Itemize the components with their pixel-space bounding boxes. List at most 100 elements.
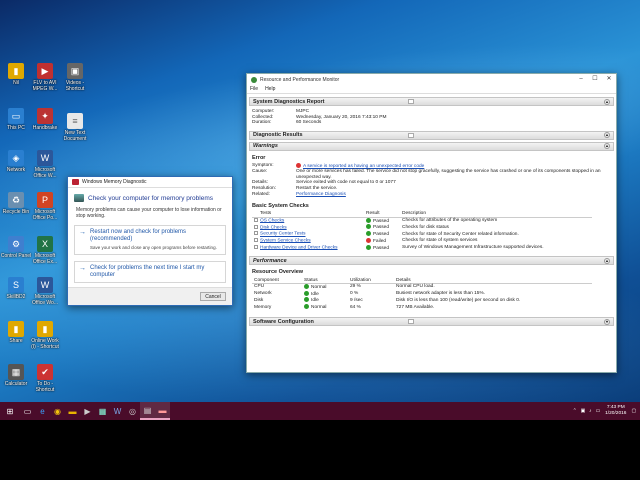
task-view-button[interactable]: ▭ xyxy=(20,402,35,420)
check-test-link[interactable]: OS Checks xyxy=(260,218,284,223)
desktop-icon-excel[interactable]: X Microsoft Office Ex... xyxy=(29,236,61,265)
related-link[interactable]: Performance Diagnosis xyxy=(296,192,614,198)
window-title: Windows Memory Diagnostic xyxy=(82,179,147,185)
collapse-icon[interactable]: ▴ xyxy=(604,143,610,150)
network-icon[interactable]: ▣ xyxy=(581,409,586,414)
table-row[interactable]: Security Center Tests Passed Checks for st… xyxy=(252,231,592,238)
task-view-icon: ▭ xyxy=(23,406,32,416)
table-row[interactable]: System Service Checks Failed Checks for st… xyxy=(252,237,592,245)
performance-header[interactable]: Performance ▴ xyxy=(249,256,614,266)
volume-icon[interactable]: ♪ xyxy=(589,409,591,414)
expand-icon[interactable] xyxy=(254,231,258,236)
notifications-icon[interactable]: ▢ xyxy=(631,409,636,414)
table-row: Disk Idle 9 /sec Disk I/O is less than 100 … xyxy=(252,297,592,304)
taskbar-perfmon[interactable]: ▤ xyxy=(140,402,155,420)
taskbar-memory-diagnostic[interactable]: ▬ xyxy=(155,402,170,420)
desktop-icon-share[interactable]: ▮ Share xyxy=(0,321,32,344)
diag-results-header[interactable]: Diagnostic Results ▴ xyxy=(249,130,614,140)
res-details: Normal CPU load. xyxy=(396,284,435,290)
check-desc: Checks for state of Security Center rela… xyxy=(402,231,519,237)
memory-diagnostic-icon xyxy=(72,179,79,185)
check-desc: Survey of Windows Management Infrastruct… xyxy=(402,245,544,251)
collapse-icon[interactable]: ▴ xyxy=(604,98,610,105)
desktop-icon-flv[interactable]: ▶ FLV to AVI MPEG W... xyxy=(29,63,61,92)
res-status: Idle xyxy=(311,291,319,297)
check-next-start-option[interactable]: → Check for problems the next time I sta… xyxy=(74,260,226,283)
powerpoint-icon: P xyxy=(37,192,53,208)
check-test-link[interactable]: Disk Checks xyxy=(260,225,287,230)
taskbar-app3[interactable]: ◎ xyxy=(125,402,140,420)
expand-icon[interactable] xyxy=(254,244,258,249)
maximize-button[interactable]: ☐ xyxy=(588,74,602,85)
close-button[interactable]: ✕ xyxy=(602,74,616,85)
res-status: Normal xyxy=(311,305,327,310)
memory-diagnostic-window: Windows Memory Diagnostic Check your com… xyxy=(67,176,233,306)
expand-icon[interactable] xyxy=(254,238,258,243)
taskbar-app1[interactable]: ▶ xyxy=(80,402,95,420)
store-icon: ▦ xyxy=(98,406,107,416)
taskbar-app2[interactable]: ▦ xyxy=(95,402,110,420)
table-row[interactable]: Hardware Device and Driver Checks Passed S… xyxy=(252,244,592,252)
table-row[interactable]: OS Checks Passed Checks for attributes of … xyxy=(252,217,592,224)
collapse-icon[interactable]: ▾ xyxy=(604,318,610,325)
menubar: File Help xyxy=(247,85,616,94)
check-test-link[interactable]: System Service Checks xyxy=(260,238,311,243)
duration-label: Duration: xyxy=(252,120,272,126)
desktop-icon-todo[interactable]: ✔ To Do - Shortcut xyxy=(29,364,61,393)
mdd-heading-text: Check your computer for memory problems xyxy=(88,194,213,202)
resource-overview-heading: Resource Overview xyxy=(252,269,304,276)
basic-checks-table: Tests Result Description OS Checks Passed… xyxy=(252,211,592,251)
collapse-icon[interactable]: ▴ xyxy=(604,132,610,139)
desktop-icon-online[interactable]: ▮ Online Work (I) - Shortcut xyxy=(29,321,61,350)
memory-chip-icon xyxy=(74,194,84,202)
cancel-button[interactable]: Cancel xyxy=(200,292,226,301)
system-tray: ⌃ ▣ ♪ ▭ 7:43 PM 1/20/2016 ▢ xyxy=(573,405,640,417)
taskbar-word[interactable]: W xyxy=(110,402,125,420)
desktop-icon-ppt[interactable]: P Microsoft Office Po... xyxy=(29,192,61,221)
letterbox-bar xyxy=(0,420,640,480)
collapse-icon[interactable]: ▴ xyxy=(604,257,610,264)
check-result: Passed xyxy=(373,231,389,237)
desktop-icon-network[interactable]: ◈ Network xyxy=(0,150,32,173)
res-status: Idle xyxy=(311,298,319,304)
table-row[interactable]: Disk Checks Passed Checks for disk status xyxy=(252,224,592,231)
desktop-icon-skill[interactable]: S SkillBD2 xyxy=(0,277,32,300)
restart-now-option[interactable]: → Restart now and check for problems (re… xyxy=(74,225,226,255)
desktop-icon-word2[interactable]: W Microsoft Office Wo... xyxy=(29,277,61,306)
check-test-link[interactable]: Security Center Tests xyxy=(260,232,306,237)
warnings-header[interactable]: Warnings ▴ xyxy=(249,141,614,151)
desktop-icon-nil[interactable]: ▮ Nil xyxy=(0,63,32,86)
check-desc: Checks for state of system services xyxy=(402,238,478,244)
cause-label: Cause: xyxy=(252,169,268,175)
menu-help[interactable]: Help xyxy=(265,85,275,93)
desktop-icon-newtext[interactable]: ≡ New Text Document xyxy=(59,113,91,142)
desktop-icon-recycle[interactable]: ♻ Recycle Bin xyxy=(0,192,32,215)
chevron-up-icon[interactable]: ⌃ xyxy=(573,409,577,414)
handbrake-icon: ✦ xyxy=(37,108,53,124)
check-result: Passed xyxy=(373,225,389,231)
error-heading: Error xyxy=(252,154,266,161)
menu-file[interactable]: File xyxy=(250,85,258,93)
mdd-heading: Check your computer for memory problems xyxy=(74,194,232,202)
desktop-icon-control[interactable]: ⚙ Control Panel xyxy=(0,236,32,259)
passed-icon xyxy=(366,244,371,250)
desktop-icon-word[interactable]: W Microsoft Office W... xyxy=(29,150,61,179)
expand-icon[interactable] xyxy=(254,217,258,222)
desktop-icon-thispc[interactable]: ▭ This PC xyxy=(0,108,32,131)
software-config-header[interactable]: Software Configuration ▾ xyxy=(249,317,614,326)
clock[interactable]: 7:43 PM 1/20/2016 xyxy=(605,405,626,417)
symptom-link[interactable]: A service is reported as having an unexp… xyxy=(303,164,424,169)
desktop-icon-videos[interactable]: ▣ Videos - Shortcut xyxy=(59,63,91,92)
minimize-button[interactable]: – xyxy=(574,74,588,85)
taskbar-edge[interactable]: e xyxy=(35,402,50,420)
desktop-icon-calc[interactable]: ▦ Calculator xyxy=(0,364,32,387)
taskbar-explorer[interactable]: ▬ xyxy=(65,402,80,420)
expand-icon[interactable] xyxy=(254,224,258,229)
restart-now-subtitle: Save your work and close any open progra… xyxy=(90,245,217,250)
desktop-icon-handbrake[interactable]: ✦ Handbrake xyxy=(29,108,61,131)
keyboard-icon[interactable]: ▭ xyxy=(596,409,601,414)
taskbar-chrome[interactable]: ◉ xyxy=(50,402,65,420)
check-test-link[interactable]: Hardware Device and Driver Checks xyxy=(260,245,338,250)
start-button[interactable]: ⊞ xyxy=(0,402,20,420)
passed-icon xyxy=(366,231,371,237)
